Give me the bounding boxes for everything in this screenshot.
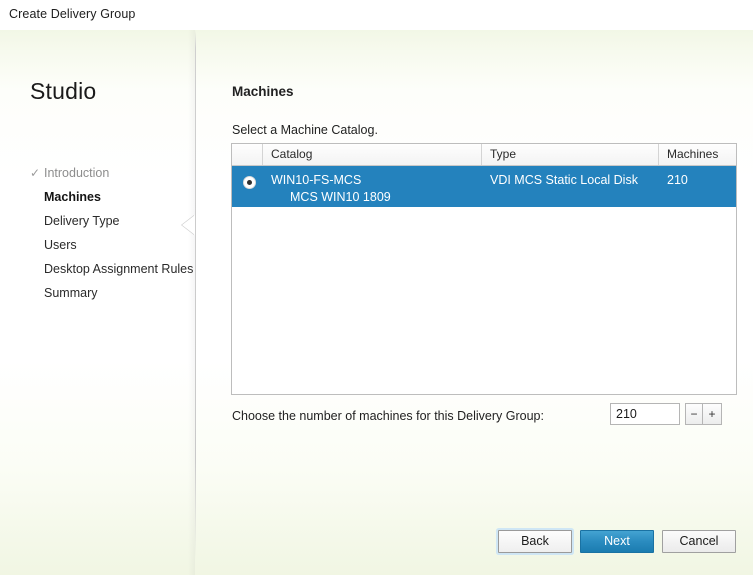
- sidebar-item-summary[interactable]: Summary: [0, 281, 196, 305]
- machine-count-label: Choose the number of machines for this D…: [232, 409, 544, 423]
- sidebar-item-desktop-assignment-rules[interactable]: Desktop Assignment Rules: [0, 257, 196, 281]
- page-subtitle: Select a Machine Catalog.: [232, 123, 378, 137]
- cell-catalog-sub: MCS WIN10 1809: [290, 190, 391, 204]
- machines-page: Machines Select a Machine Catalog. Catal…: [196, 30, 753, 575]
- cancel-button[interactable]: Cancel: [662, 530, 736, 553]
- back-button[interactable]: Back: [498, 530, 572, 553]
- sidebar-item-label: Machines: [44, 190, 101, 204]
- sidebar-item-delivery-type[interactable]: Delivery Type: [0, 209, 196, 233]
- column-header-select: [232, 144, 263, 165]
- sidebar-divider-shadow: [188, 30, 195, 575]
- cell-type: VDI MCS Static Local Disk: [490, 173, 638, 187]
- sidebar-item-label: Introduction: [44, 166, 110, 180]
- sidebar-item-label: Users: [44, 238, 77, 252]
- check-icon: ✓: [30, 166, 41, 180]
- machine-count-stepper[interactable]: − +: [685, 403, 722, 425]
- wizard-sidebar: Studio ✓ Introduction Machines Delivery …: [0, 30, 196, 575]
- sidebar-item-users[interactable]: Users: [0, 233, 196, 257]
- increment-button[interactable]: +: [703, 403, 722, 425]
- cell-machines: 210: [667, 173, 688, 187]
- sidebar-item-label: Desktop Assignment Rules: [44, 262, 194, 276]
- create-delivery-group-window: Create Delivery Group Studio ✓ Introduct…: [0, 0, 753, 575]
- machine-count-input[interactable]: [610, 403, 680, 425]
- sidebar-title: Studio: [30, 78, 97, 104]
- sidebar-item-label: Summary: [44, 286, 98, 300]
- column-header-type[interactable]: Type: [482, 144, 659, 165]
- column-header-catalog[interactable]: Catalog: [263, 144, 482, 165]
- window-titlebar: Create Delivery Group: [0, 0, 753, 30]
- page-title: Machines: [232, 84, 294, 99]
- machine-catalog-table[interactable]: Catalog Type Machines WIN10-FS-MCS MCS W…: [231, 143, 737, 395]
- next-button[interactable]: Next: [580, 530, 654, 553]
- wizard-step-list: ✓ Introduction Machines Delivery Type Us…: [0, 161, 196, 305]
- active-step-pointer-icon: [182, 215, 195, 235]
- sidebar-item-label: Delivery Type: [44, 214, 120, 228]
- window-title: Create Delivery Group: [9, 7, 136, 21]
- decrement-button[interactable]: −: [685, 403, 703, 425]
- sidebar-item-machines[interactable]: Machines: [0, 185, 196, 209]
- radio-selected-icon[interactable]: [243, 176, 256, 189]
- column-header-machines[interactable]: Machines: [659, 144, 736, 165]
- wizard-content: Studio ✓ Introduction Machines Delivery …: [0, 30, 753, 575]
- cell-catalog: WIN10-FS-MCS: [271, 173, 362, 187]
- table-row[interactable]: WIN10-FS-MCS MCS WIN10 1809 VDI MCS Stat…: [232, 166, 736, 207]
- sidebar-item-introduction[interactable]: ✓ Introduction: [0, 161, 196, 185]
- table-header-row: Catalog Type Machines: [232, 144, 736, 166]
